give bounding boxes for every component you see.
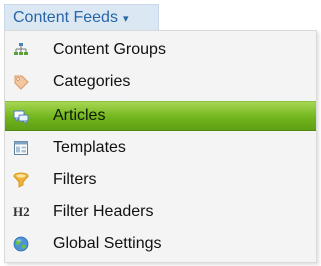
h2-heading-icon: H2 (13, 204, 30, 219)
menu-item-global-settings[interactable]: Global Settings (5, 229, 316, 259)
menu-item-label: Filters (53, 171, 97, 188)
menu-item-label: Filter Headers (53, 203, 154, 220)
menu-item-label: Templates (53, 139, 126, 156)
menu-item-categories[interactable]: Categories (5, 67, 316, 97)
org-chart-icon (13, 42, 29, 58)
chevron-down-icon: ▾ (122, 12, 129, 25)
filter-funnel-icon (13, 172, 29, 188)
menu-title: Content Feeds (13, 8, 118, 26)
menu-item-content-groups[interactable]: Content Groups (5, 35, 316, 65)
speech-bubbles-icon (13, 109, 29, 125)
content-feeds-dropdown: Content Groups Categories Articles Templ… (4, 30, 317, 263)
layout-template-icon (13, 140, 29, 156)
menu-item-label: Global Settings (53, 235, 162, 252)
menu-item-label: Articles (53, 107, 106, 124)
menu-item-label: Categories (53, 73, 131, 90)
globe-icon (13, 236, 29, 252)
menu-item-label: Content Groups (53, 41, 166, 58)
menu-item-articles[interactable]: Articles (5, 101, 316, 131)
menu-item-filters[interactable]: Filters (5, 165, 316, 195)
menu-item-filter-headers[interactable]: H2 Filter Headers (5, 197, 316, 227)
menu-item-templates[interactable]: Templates (5, 133, 316, 163)
content-feeds-menu-button[interactable]: Content Feeds ▾ (4, 4, 159, 30)
tag-icon (13, 74, 29, 90)
